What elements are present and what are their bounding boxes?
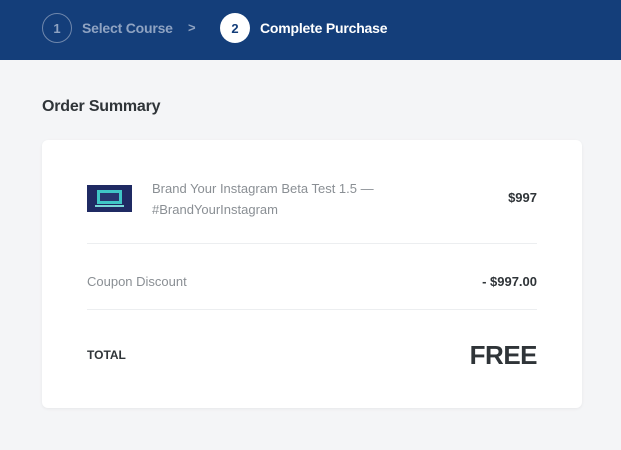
step-label: Select Course: [82, 20, 173, 36]
total-label: TOTAL: [87, 348, 126, 362]
step-complete-purchase: 2 Complete Purchase: [220, 13, 388, 43]
line-item-coupon: Coupon Discount - $997.00: [87, 244, 537, 310]
order-summary-card: Brand Your Instagram Beta Test 1.5 — #Br…: [42, 140, 582, 408]
step-label: Complete Purchase: [260, 20, 388, 36]
step-number-badge: 1: [42, 13, 72, 43]
total-value: FREE: [469, 340, 538, 370]
checkout-stepper: 1 Select Course > 2 Complete Purchase: [0, 0, 621, 60]
step-separator-icon: >: [188, 20, 196, 35]
step-number-badge: 2: [220, 13, 250, 43]
line-item-total: TOTAL FREE: [87, 310, 538, 408]
coupon-label: Coupon Discount: [87, 274, 187, 289]
line-item-product: Brand Your Instagram Beta Test 1.5 — #Br…: [87, 140, 537, 244]
step-select-course[interactable]: 1 Select Course: [42, 13, 173, 43]
product-name: Brand Your Instagram Beta Test 1.5 — #Br…: [152, 181, 374, 217]
product-price: $997: [508, 190, 537, 205]
course-thumbnail: [87, 185, 132, 212]
coupon-amount: - $997.00: [482, 274, 537, 289]
order-summary-title: Order Summary: [42, 98, 161, 115]
